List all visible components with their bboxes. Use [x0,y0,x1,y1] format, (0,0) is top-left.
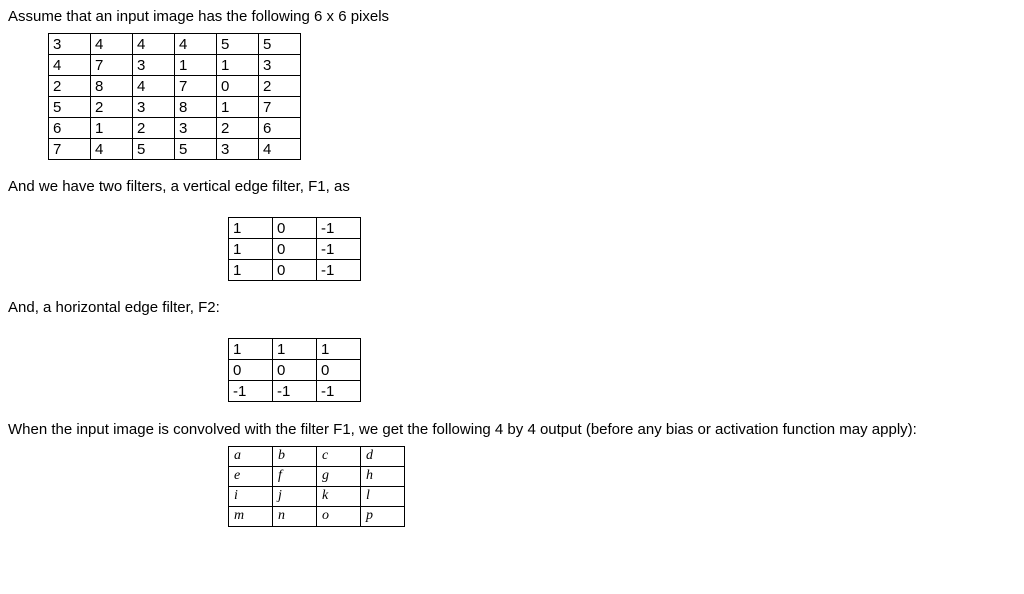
filter-cell: 1 [229,260,273,281]
filter-cell: 0 [273,260,317,281]
filter-cell: 1 [273,339,317,360]
pixel-cell: 3 [49,34,91,55]
input-image-table: 3 4 4 4 5 5 4 7 3 1 1 3 2 8 4 7 0 2 5 2 … [48,33,301,160]
output-cell: h [361,466,405,486]
filter-cell: -1 [317,218,361,239]
pixel-cell: 3 [175,118,217,139]
pixel-cell: 5 [49,97,91,118]
filter-cell: -1 [273,381,317,402]
filter2-table: 1 1 1 0 0 0 -1 -1 -1 [228,338,361,402]
pixel-cell: 4 [259,139,301,160]
pixel-cell: 7 [175,76,217,97]
output-cell: i [229,486,273,506]
pixel-cell: 5 [217,34,259,55]
table-row: 1 0 -1 [229,239,361,260]
pixel-cell: 6 [259,118,301,139]
filter1-table: 1 0 -1 1 0 -1 1 0 -1 [228,217,361,281]
output-cell: n [273,506,317,526]
filter-cell: -1 [229,381,273,402]
filter-cell: 0 [273,218,317,239]
table-row: 0 0 0 [229,360,361,381]
output-cell: a [229,446,273,466]
table-row: 2 8 4 7 0 2 [49,76,301,97]
output-cell: f [273,466,317,486]
table-row: 1 1 1 [229,339,361,360]
pixel-cell: 5 [259,34,301,55]
pixel-cell: 4 [49,55,91,76]
table-row: 7 4 5 5 3 4 [49,139,301,160]
pixel-cell: 2 [259,76,301,97]
filter2-text: And, a horizontal edge filter, F2: [8,299,1024,316]
filter-cell: 0 [229,360,273,381]
table-row: m n o p [229,506,405,526]
pixel-cell: 1 [175,55,217,76]
pixel-cell: 4 [175,34,217,55]
table-row: -1 -1 -1 [229,381,361,402]
filter-cell: 1 [317,339,361,360]
pixel-cell: 4 [133,76,175,97]
output-cell: l [361,486,405,506]
filter-cell: -1 [317,260,361,281]
pixel-cell: 2 [217,118,259,139]
pixel-cell: 3 [217,139,259,160]
filter-cell: 1 [229,339,273,360]
output-cell: k [317,486,361,506]
pixel-cell: 8 [175,97,217,118]
table-row: 3 4 4 4 5 5 [49,34,301,55]
filter-cell: 0 [273,360,317,381]
table-row: 1 0 -1 [229,260,361,281]
output-table: a b c d e f g h i j k l m n o p [228,446,405,527]
table-row: e f g h [229,466,405,486]
table-row: 5 2 3 8 1 7 [49,97,301,118]
pixel-cell: 4 [91,139,133,160]
intro-text: Assume that an input image has the follo… [8,8,1024,25]
output-cell: e [229,466,273,486]
table-row: 4 7 3 1 1 3 [49,55,301,76]
output-cell: j [273,486,317,506]
pixel-cell: 3 [133,97,175,118]
output-cell: g [317,466,361,486]
table-row: 1 0 -1 [229,218,361,239]
output-cell: m [229,506,273,526]
output-cell: c [317,446,361,466]
pixel-cell: 1 [91,118,133,139]
pixel-cell: 0 [217,76,259,97]
output-cell: p [361,506,405,526]
table-row: a b c d [229,446,405,466]
output-cell: o [317,506,361,526]
pixel-cell: 5 [133,139,175,160]
table-row: i j k l [229,486,405,506]
pixel-cell: 2 [49,76,91,97]
output-text: When the input image is convolved with t… [8,420,1024,440]
pixel-cell: 8 [91,76,133,97]
filter-cell: 0 [273,239,317,260]
filter-cell: 0 [317,360,361,381]
pixel-cell: 3 [133,55,175,76]
pixel-cell: 7 [259,97,301,118]
filter-cell: -1 [317,239,361,260]
table-row: 6 1 2 3 2 6 [49,118,301,139]
pixel-cell: 2 [133,118,175,139]
pixel-cell: 1 [217,55,259,76]
filter-cell: 1 [229,218,273,239]
pixel-cell: 6 [49,118,91,139]
pixel-cell: 4 [133,34,175,55]
pixel-cell: 4 [91,34,133,55]
output-cell: d [361,446,405,466]
pixel-cell: 2 [91,97,133,118]
filter-cell: 1 [229,239,273,260]
filter-cell: -1 [317,381,361,402]
pixel-cell: 7 [49,139,91,160]
output-cell: b [273,446,317,466]
pixel-cell: 5 [175,139,217,160]
pixel-cell: 3 [259,55,301,76]
filter1-text: And we have two filters, a vertical edge… [8,178,1024,195]
pixel-cell: 7 [91,55,133,76]
pixel-cell: 1 [217,97,259,118]
